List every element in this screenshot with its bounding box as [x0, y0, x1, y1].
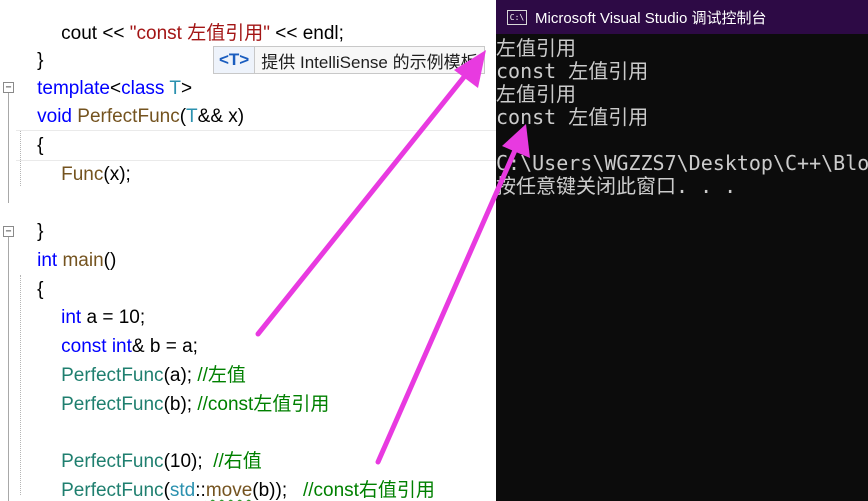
function-move: move: [205, 480, 253, 501]
console-title: Microsoft Visual Studio 调试控制台: [535, 9, 767, 27]
code-line-brace[interactable]: }: [16, 17, 496, 71]
debug-console-window[interactable]: C:\ Microsoft Visual Studio 调试控制台 左值引用 c…: [496, 0, 868, 501]
console-output-line: 左值引用: [496, 82, 576, 106]
code-line-call-move[interactable]: PerfectFunc(std::move(b)); //const右值引用: [40, 447, 496, 501]
code-line-const-b[interactable]: const int& b = a;: [40, 303, 496, 357]
code-line-call-10[interactable]: PerfectFunc(10); //右值: [40, 418, 496, 472]
args: (b);: [163, 394, 198, 415]
scope-op: ::: [195, 480, 206, 501]
code-line-main-signature[interactable]: int main(): [16, 217, 496, 271]
template-badge[interactable]: <T>: [214, 47, 256, 73]
code-line-brace[interactable]: {: [16, 102, 496, 156]
function-name: PerfectFunc: [61, 480, 164, 501]
intellisense-template-hint[interactable]: <T> 提供 IntelliSense 的示例模板: [213, 46, 485, 74]
fold-line: [8, 237, 9, 501]
console-output-line: const 左值引用: [496, 105, 649, 129]
code-line-brace[interactable]: }: [16, 188, 496, 242]
collapse-perfectfunc-icon[interactable]: −: [3, 82, 14, 93]
args: (x);: [103, 164, 131, 185]
code-line-brace[interactable]: {: [16, 246, 496, 300]
console-app-icon: C:\: [507, 9, 527, 25]
namespace-std: std: [169, 480, 196, 501]
function-name: PerfectFunc: [61, 394, 164, 415]
console-titlebar[interactable]: C:\ Microsoft Visual Studio 调试控制台: [496, 0, 868, 34]
console-output-line: const 左值引用: [496, 59, 649, 83]
hint-text: 提供 IntelliSense 的示例模板: [261, 52, 478, 72]
code-line-func-call[interactable]: Func(x);: [16, 130, 496, 185]
args: (b));: [252, 480, 303, 501]
function-name: Func: [61, 164, 104, 185]
collapse-main-icon[interactable]: −: [3, 226, 14, 237]
code-editor[interactable]: − − cout << "const 左值引用" << endl; } temp…: [0, 0, 496, 501]
fold-line: [8, 93, 9, 203]
code-line-call-b[interactable]: PerfectFunc(b); //const左值引用: [40, 361, 496, 415]
console-output-prompt: 按任意键关闭此窗口. . .: [496, 174, 737, 198]
comment: //const右值引用: [302, 480, 435, 501]
code-line-int-a[interactable]: int a = 10;: [40, 274, 496, 328]
console-output-line: 左值引用: [496, 36, 576, 60]
code-line-call-a[interactable]: PerfectFunc(a); //左值: [40, 332, 496, 386]
console-output-path: C:\Users\WGZZS7\Desktop\C++\Blo: [496, 151, 868, 175]
comment: //const左值引用: [197, 394, 330, 415]
code-line-perfectfunc-signature[interactable]: void PerfectFunc(T&& x): [16, 73, 496, 127]
